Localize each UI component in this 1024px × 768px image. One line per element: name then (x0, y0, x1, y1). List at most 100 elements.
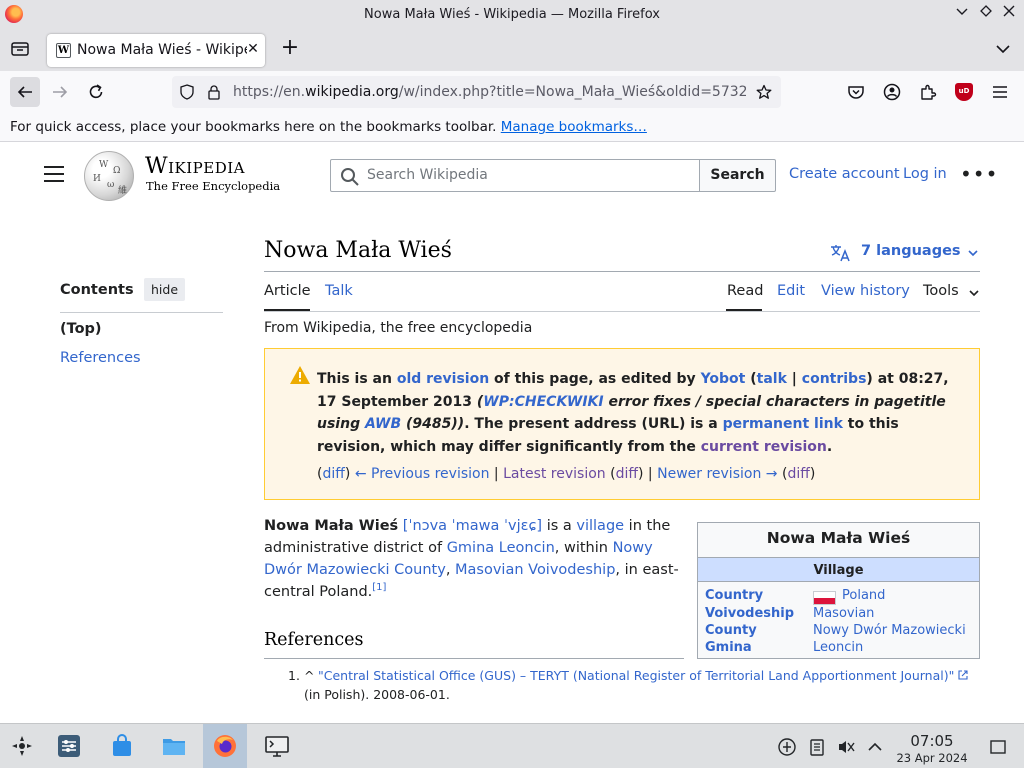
diff-link-2[interactable]: diff (616, 466, 638, 482)
user-contribs-link[interactable]: contribs (802, 371, 867, 387)
search-button[interactable]: Search (699, 159, 776, 192)
infobox-key[interactable]: Gmina (705, 640, 810, 655)
page-title: Nowa Mała Wieś (264, 238, 452, 263)
close-tab-icon[interactable]: ✕ (245, 41, 261, 59)
tools-dropdown[interactable]: Tools (923, 283, 979, 299)
tab-article[interactable]: Article (264, 283, 311, 299)
forward-arrow-icon (53, 86, 68, 98)
infobox-value[interactable]: Masovian (813, 606, 874, 621)
taskbar-terminal[interactable] (255, 724, 299, 768)
infobox-key[interactable]: Voivodeship (705, 606, 810, 621)
checkwiki-link[interactable]: WP:CHECKWIKI (483, 394, 603, 410)
voivodeship-link[interactable]: Masovian Voivodeship (455, 562, 615, 578)
back-button[interactable] (10, 77, 40, 107)
personal-tools-more-icon[interactable]: ••• (960, 164, 998, 184)
clipboard-icon[interactable] (808, 738, 826, 756)
clock[interactable]: 07:05 23 Apr 2024 (890, 732, 974, 765)
infobox-key[interactable]: County (705, 623, 810, 638)
search-input[interactable]: Search Wikipedia (330, 159, 700, 192)
volume-muted-icon[interactable] (837, 738, 855, 756)
lock-icon[interactable] (206, 84, 222, 100)
extensions-puzzle-icon[interactable] (919, 83, 937, 101)
user-link[interactable]: Yobot (701, 371, 746, 387)
ipa-link[interactable]: [ˈnɔva ˈmawa ˈvjɛɕ] (403, 518, 542, 534)
create-account-link[interactable]: Create account (789, 166, 900, 182)
log-in-link[interactable]: Log in (903, 166, 947, 182)
bookmark-star-icon[interactable] (756, 84, 772, 100)
url-text[interactable]: https://en.wikipedia.org/w/index.php?tit… (233, 84, 746, 100)
close-window-icon[interactable] (999, 4, 1019, 24)
reference-backlink[interactable]: ^ (304, 666, 314, 685)
translate-icon (831, 245, 850, 262)
search-placeholder: Search Wikipedia (367, 167, 488, 183)
tab-talk[interactable]: Talk (325, 283, 353, 299)
tab-bar: W Nowa Mała Wieś - Wikipedia ✕ + (0, 29, 1024, 71)
newer-revision-link[interactable]: Newer revision → (657, 466, 777, 482)
tracking-protection-shield-icon[interactable] (179, 84, 195, 100)
bookmarks-toolbar: For quick access, place your bookmarks h… (0, 113, 1024, 142)
toc-item-top[interactable]: (Top) (60, 321, 102, 337)
infobox-title: Nowa Mała Wieś (766, 529, 911, 547)
previous-revision-link[interactable]: ← Previous revision (355, 466, 490, 482)
reload-button[interactable] (81, 77, 111, 107)
terminal-monitor-icon (265, 736, 289, 757)
tab-edit[interactable]: Edit (777, 283, 805, 299)
infobox-key[interactable]: Country (705, 588, 810, 603)
reference-link-1[interactable]: [1] (372, 582, 386, 593)
show-hidden-icons-chevron-up-icon[interactable] (866, 738, 884, 756)
pocket-icon[interactable] (847, 83, 865, 101)
wikipedia-favicon-icon: W (56, 43, 71, 58)
clock-time: 07:05 (910, 732, 954, 750)
old-revision-notice: This is an old revision of this page, as… (264, 348, 980, 500)
user-talk-link[interactable]: talk (757, 371, 787, 387)
diff-link-3[interactable]: diff (787, 466, 809, 482)
search-icon (341, 168, 359, 186)
diff-link-1[interactable]: diff (322, 466, 344, 482)
launcher-icon (12, 736, 32, 756)
tab-active[interactable]: W Nowa Mała Wieś - Wikipedia ✕ (47, 34, 265, 67)
url-bar[interactable]: https://en.wikipedia.org/w/index.php?tit… (172, 76, 781, 108)
village-link[interactable]: village (576, 518, 624, 534)
reference-external-link[interactable]: "Central Statistical Office (GUS) – TERY… (318, 668, 954, 683)
gmina-link[interactable]: Gmina Leoncin (447, 540, 555, 556)
infobox-value[interactable]: Nowy Dwór Mazowiecki (813, 623, 966, 638)
toc-item-references[interactable]: References (60, 350, 141, 366)
permanent-link[interactable]: permanent link (723, 416, 843, 432)
chevron-down-icon (968, 250, 978, 257)
minimize-icon[interactable] (952, 4, 972, 24)
taskbar-firefox[interactable] (203, 724, 247, 768)
main-menu-button[interactable] (44, 166, 64, 182)
application-launcher[interactable] (0, 724, 44, 768)
tab-read[interactable]: Read (727, 283, 763, 299)
current-revision-link[interactable]: current revision (701, 439, 827, 455)
maximize-icon[interactable] (976, 4, 996, 24)
account-icon[interactable] (883, 83, 901, 101)
poland-flag-icon[interactable] (813, 591, 836, 605)
wikipedia-wordmark[interactable]: Wikipedia (145, 154, 245, 179)
window-title: Nowa Mała Wieś - Wikipedia — Mozilla Fir… (364, 7, 660, 22)
forward-button[interactable] (45, 77, 75, 107)
languages-button[interactable]: 7 languages (830, 242, 980, 264)
firefox-view-button[interactable] (8, 37, 32, 61)
latest-revision-link[interactable]: Latest revision (503, 466, 606, 482)
awb-link[interactable]: AWB (365, 416, 401, 432)
wikipedia-globe-logo-icon[interactable]: WΩИω維 (84, 151, 134, 201)
reference-note: (in Polish). 2008-06-01. (304, 687, 450, 702)
manage-bookmarks-link[interactable]: Manage bookmarks… (501, 119, 647, 135)
taskbar-system-settings[interactable] (47, 724, 91, 768)
show-desktop-icon[interactable] (989, 738, 1007, 756)
list-all-tabs-chevron-icon[interactable] (994, 40, 1014, 60)
toc-hide-button[interactable]: hide (144, 278, 185, 301)
window-titlebar: Nowa Mała Wieś - Wikipedia — Mozilla Fir… (0, 0, 1024, 29)
infobox-value[interactable]: Leoncin (813, 640, 863, 655)
new-tab-button[interactable]: + (279, 37, 301, 60)
taskbar-discover[interactable] (100, 724, 144, 768)
toc-divider (60, 312, 223, 313)
old-revision-link[interactable]: old revision (397, 371, 489, 387)
network-icon[interactable] (778, 738, 796, 756)
infobox-value[interactable]: Poland (842, 588, 885, 603)
taskbar-file-manager[interactable] (152, 724, 196, 768)
tab-view-history[interactable]: View history (821, 283, 910, 299)
ublock-origin-icon[interactable]: uD (955, 83, 973, 101)
app-menu-icon[interactable] (991, 83, 1009, 101)
